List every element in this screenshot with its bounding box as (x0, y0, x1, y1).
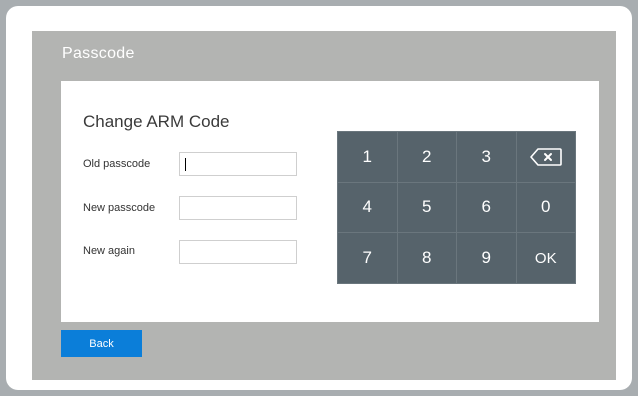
backspace-key[interactable] (515, 131, 576, 183)
screen-title: Passcode (62, 45, 135, 62)
new-passcode-label: New passcode (83, 202, 156, 214)
text-caret (185, 158, 186, 171)
key-3[interactable]: 3 (456, 131, 517, 183)
back-button[interactable]: Back (61, 330, 142, 357)
key-9[interactable]: 9 (456, 232, 517, 284)
backspace-icon (529, 148, 562, 166)
key-7[interactable]: 7 (337, 232, 398, 284)
passcode-screen: Passcode Change ARM Code Old passcode Ne… (32, 31, 616, 380)
change-code-panel: Change ARM Code Old passcode New passcod… (61, 81, 599, 322)
form-title: Change ARM Code (83, 112, 230, 131)
key-6[interactable]: 6 (456, 181, 517, 234)
key-8[interactable]: 8 (396, 232, 457, 284)
key-2[interactable]: 2 (396, 131, 457, 183)
key-1[interactable]: 1 (337, 131, 398, 183)
old-passcode-input[interactable] (179, 152, 297, 176)
new-again-input[interactable] (179, 240, 297, 264)
key-0[interactable]: 0 (515, 181, 576, 234)
old-passcode-label: Old passcode (83, 158, 151, 170)
new-again-label: New again (83, 245, 135, 257)
numeric-keypad: 1 2 3 4 5 6 0 7 8 9 OK (337, 131, 576, 284)
ok-key[interactable]: OK (515, 232, 576, 284)
new-passcode-input[interactable] (179, 196, 297, 220)
key-4[interactable]: 4 (337, 181, 398, 234)
key-5[interactable]: 5 (396, 181, 457, 234)
